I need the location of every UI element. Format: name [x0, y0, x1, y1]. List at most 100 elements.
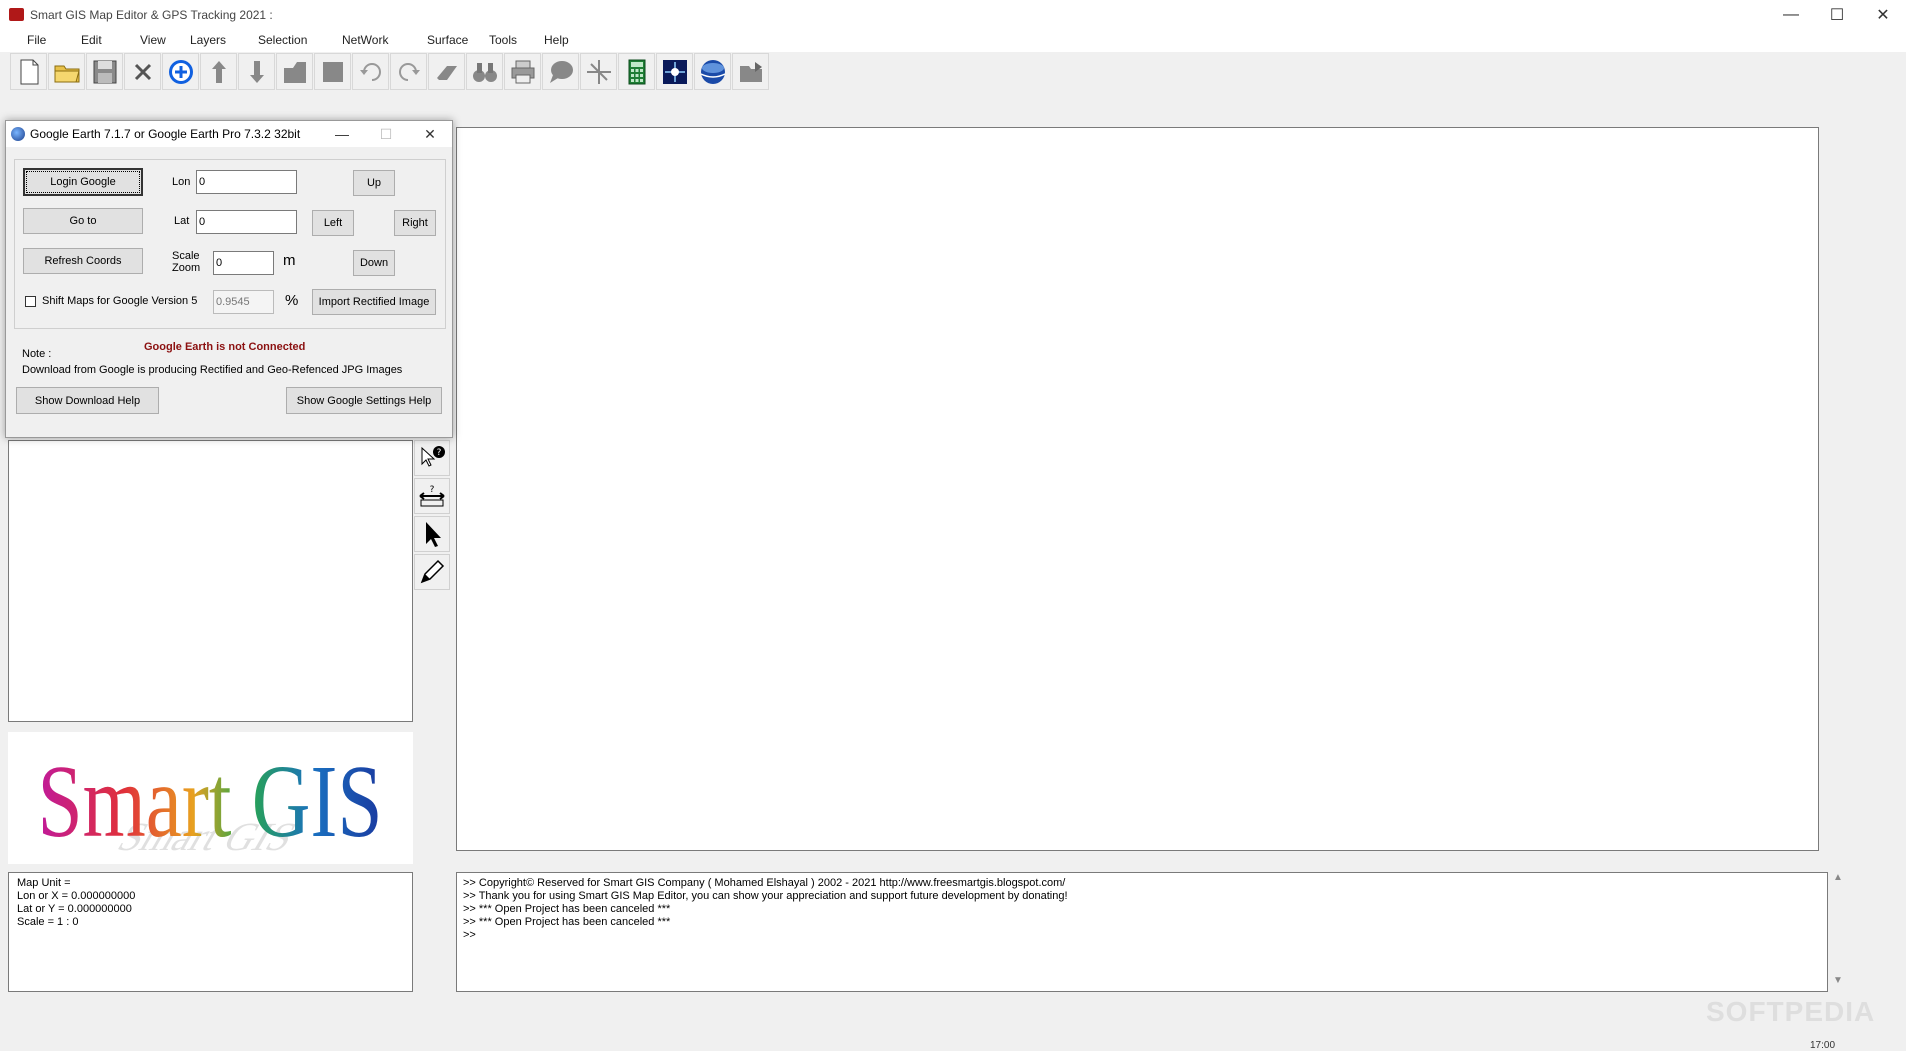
log-scroll-up-icon[interactable]: ▲	[1833, 872, 1843, 883]
google-earth-icon	[11, 127, 25, 141]
chat-bubble-icon	[549, 60, 573, 83]
eraser-button[interactable]	[428, 53, 465, 90]
show-download-help-button[interactable]: Show Download Help	[16, 387, 159, 414]
show-google-settings-help-button[interactable]: Show Google Settings Help	[286, 387, 442, 414]
menu-edit[interactable]: Edit	[81, 33, 102, 47]
lat-label: Lat	[174, 215, 190, 227]
smart-gis-logo: Smart GIS Smart GIS	[8, 732, 413, 864]
help-pointer-icon: ?	[421, 446, 445, 467]
smart-gis-logo-graphic: Smart GIS Smart GIS	[38, 744, 383, 859]
pan-up-button[interactable]: Up	[353, 170, 395, 196]
menu-layers[interactable]: Layers	[190, 33, 226, 47]
log-line: >> *** Open Project has been canceled **…	[463, 916, 671, 928]
layer-list-panel[interactable]	[8, 440, 413, 722]
dialog-title-bar: Google Earth 7.1.7 or Google Earth Pro 7…	[6, 121, 452, 147]
shift-percent-input[interactable]	[213, 290, 274, 314]
dialog-maximize-button: ☐	[379, 125, 393, 142]
print-button[interactable]	[504, 53, 541, 90]
export-icon	[739, 61, 762, 82]
move-up-icon	[211, 60, 226, 83]
move-down-icon	[249, 60, 264, 83]
open-folder-button[interactable]	[48, 53, 85, 90]
gps-button[interactable]	[656, 53, 693, 90]
log-line: >> Thank you for using Smart GIS Map Edi…	[463, 890, 1068, 902]
redo-button[interactable]	[390, 53, 427, 90]
svg-text:?: ?	[437, 448, 442, 458]
callout-button[interactable]	[542, 53, 579, 90]
log-line: >> Copyright© Reserved for Smart GIS Com…	[463, 877, 1066, 889]
taskbar-clock: 17:00	[1810, 1040, 1836, 1051]
find-button[interactable]	[466, 53, 503, 90]
menu-tools[interactable]: Tools	[489, 33, 517, 47]
add-button[interactable]	[162, 53, 199, 90]
map-canvas[interactable]	[456, 127, 1819, 851]
binoculars-icon	[472, 62, 497, 82]
goto-button[interactable]: Go to	[23, 208, 143, 234]
crosshair-icon	[586, 59, 611, 84]
menu-surface[interactable]: Surface	[427, 33, 468, 47]
measure-button[interactable]: ?	[414, 478, 450, 514]
move-up-button[interactable]	[200, 53, 237, 90]
google-earth-button[interactable]	[694, 53, 731, 90]
shift-maps-label: Shift Maps for Google Version 5	[42, 295, 198, 307]
delete-button[interactable]	[124, 53, 161, 90]
minimize-button[interactable]: —	[1768, 0, 1814, 30]
export-button[interactable]	[732, 53, 769, 90]
calculator-icon	[628, 59, 645, 84]
menu-help[interactable]: Help	[544, 33, 569, 47]
select-pointer-button[interactable]	[414, 516, 450, 552]
gps-icon	[662, 59, 687, 84]
zoom-label: Zoom	[172, 262, 201, 274]
lon-x-text: Lon or X = 0.000000000	[17, 890, 136, 902]
rectangle-icon	[322, 61, 343, 82]
window-title: Smart GIS Map Editor & GPS Tracking 2021…	[30, 8, 273, 22]
move-down-button[interactable]	[238, 53, 275, 90]
redo-icon	[398, 62, 420, 81]
scale-label: Scale	[172, 250, 200, 262]
help-cursor-button[interactable]: ?	[414, 440, 450, 476]
layer-shape-button[interactable]	[276, 53, 313, 90]
login-google-button[interactable]: Login Google	[23, 168, 143, 196]
pan-down-button[interactable]: Down	[353, 250, 395, 276]
coordinate-info-panel: Map Unit = Lon or X = 0.000000000 Lat or…	[8, 872, 413, 992]
menu-selection[interactable]: Selection	[258, 33, 307, 47]
message-log-panel[interactable]: >> Copyright© Reserved for Smart GIS Com…	[456, 872, 1828, 992]
undo-button[interactable]	[352, 53, 389, 90]
close-button[interactable]: ✕	[1860, 0, 1906, 30]
lat-input[interactable]	[196, 210, 297, 234]
scale-zoom-input[interactable]	[213, 251, 274, 275]
lon-input[interactable]	[196, 170, 297, 194]
calculator-button[interactable]	[618, 53, 655, 90]
shift-maps-checkbox[interactable]	[25, 296, 36, 307]
import-rectified-image-button[interactable]: Import Rectified Image	[312, 289, 436, 315]
connection-status-text: Google Earth is not Connected	[144, 341, 306, 353]
draw-pen-button[interactable]	[414, 554, 450, 590]
new-file-button[interactable]	[10, 53, 47, 90]
maximize-button[interactable]: ☐	[1814, 0, 1860, 30]
eraser-icon	[436, 65, 457, 80]
softpedia-watermark: SOFTPEDIA	[1706, 996, 1876, 1027]
pan-left-button[interactable]: Left	[312, 210, 354, 236]
undo-icon	[359, 62, 381, 81]
menu-bar: File Edit View Layers Selection NetWork …	[0, 30, 1906, 52]
lat-y-text: Lat or Y = 0.000000000	[17, 903, 132, 915]
arrow-pointer-icon	[426, 522, 441, 547]
title-bar: Smart GIS Map Editor & GPS Tracking 2021…	[0, 0, 1906, 30]
log-scroll-down-icon[interactable]: ▼	[1833, 975, 1843, 986]
menu-network[interactable]: NetWork	[342, 33, 388, 47]
crosshair-button[interactable]	[580, 53, 617, 90]
menu-view[interactable]: View	[140, 33, 166, 47]
svg-text:?: ?	[430, 485, 435, 495]
dialog-title: Google Earth 7.1.7 or Google Earth Pro 7…	[30, 127, 301, 141]
dialog-close-button[interactable]: ✕	[408, 121, 452, 147]
scale-text: Scale = 1 : 0	[17, 916, 79, 928]
add-icon	[168, 59, 193, 84]
save-button[interactable]	[86, 53, 123, 90]
scale-unit-label: m	[283, 252, 296, 269]
side-toolbar: ? ?	[414, 440, 452, 590]
refresh-coords-button[interactable]: Refresh Coords	[23, 248, 143, 274]
dialog-minimize-button[interactable]: —	[320, 121, 364, 147]
pan-right-button[interactable]: Right	[394, 210, 436, 236]
rectangle-button[interactable]	[314, 53, 351, 90]
menu-file[interactable]: File	[27, 33, 46, 47]
